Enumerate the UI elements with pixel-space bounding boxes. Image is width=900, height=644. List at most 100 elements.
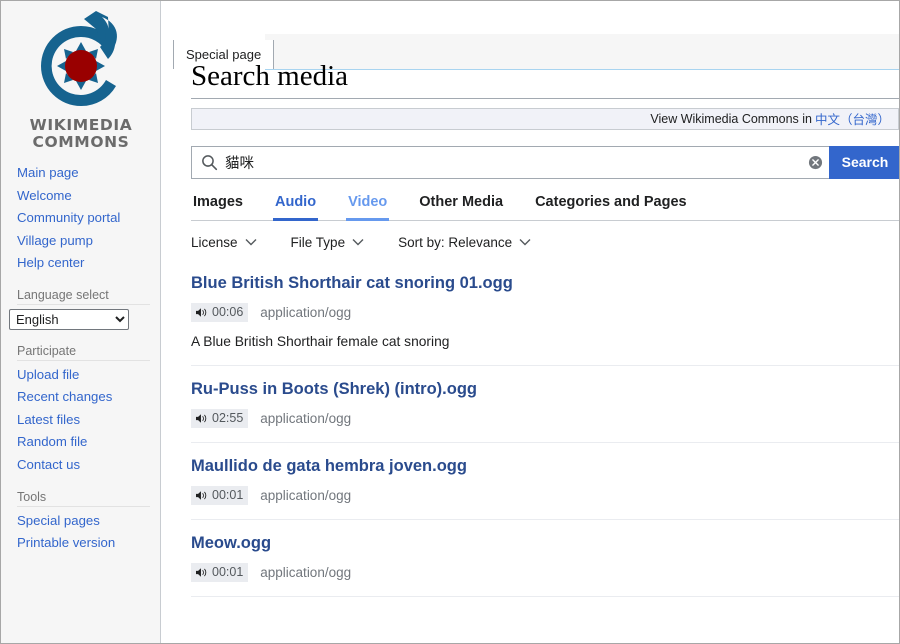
result-meta: 02:55 application/ogg <box>191 409 899 429</box>
list-item: Help center <box>1 252 160 275</box>
sidebar-item-printable-version[interactable]: Printable version <box>1 532 160 555</box>
tab-audio[interactable]: Audio <box>272 192 319 221</box>
sidebar-item-main-page[interactable]: Main page <box>1 162 160 185</box>
tab-images[interactable]: Images <box>191 192 245 221</box>
sidebar-item-contact-us[interactable]: Contact us <box>1 454 160 477</box>
search-box[interactable] <box>191 145 829 179</box>
list-item: Printable version <box>1 532 160 555</box>
sidebar-item-recent-changes[interactable]: Recent changes <box>1 386 160 409</box>
search-submit-button[interactable]: Search <box>829 145 899 179</box>
list-item: Village pump <box>1 229 160 252</box>
speaker-icon <box>195 307 208 318</box>
sidebar-item-random-file[interactable]: Random file <box>1 431 160 454</box>
filter-file-type-label: File Type <box>290 234 346 250</box>
sidebar-item-community-portal[interactable]: Community portal <box>1 207 160 230</box>
sidebar-item-special-pages[interactable]: Special pages <box>1 509 160 532</box>
media-type-tabs: Images Audio Video Other Media Categorie… <box>191 192 899 221</box>
result-item: Meow.ogg 00:01 application/ogg <box>191 520 899 597</box>
sidebar-item-latest-files[interactable]: Latest files <box>1 408 160 431</box>
speaker-icon <box>195 567 208 578</box>
list-item: Main page <box>1 162 160 185</box>
language-select[interactable]: English <box>9 309 129 331</box>
duration-text: 00:01 <box>212 487 244 502</box>
search-input[interactable] <box>225 148 801 177</box>
result-title-link[interactable]: Blue British Shorthair cat snoring 01.og… <box>191 274 513 294</box>
result-mime-type: application/ogg <box>260 304 352 320</box>
portal-heading-tools: Tools <box>17 490 150 508</box>
sidebar: WIKIMEDIA COMMONS Main page Welcome Comm… <box>1 1 161 643</box>
portal-heading-participate: Participate <box>17 344 150 362</box>
language-notice-text: View Wikimedia Commons in <box>650 111 812 126</box>
result-meta: 00:01 application/ogg <box>191 562 899 582</box>
result-mime-type: application/ogg <box>260 487 352 503</box>
speaker-icon <box>195 490 208 501</box>
list-item: Recent changes <box>1 386 160 409</box>
language-notice-bar: View Wikimedia Commons in 中文（台灣） <box>191 107 899 130</box>
page-tab-strip: Special page <box>161 1 899 70</box>
result-item: Ru-Puss in Boots (Shrek) (intro).ogg 02:… <box>191 366 899 444</box>
list-item: Community portal <box>1 207 160 230</box>
list-item: Random file <box>1 431 160 454</box>
sidebar-item-help-center[interactable]: Help center <box>1 252 160 275</box>
result-title-link[interactable]: Meow.ogg <box>191 534 271 554</box>
list-item: Contact us <box>1 454 160 477</box>
sidebar-item-village-pump[interactable]: Village pump <box>1 229 160 252</box>
result-mime-type: application/ogg <box>260 564 352 580</box>
filter-bar: License File Type Sort by: Relevance <box>191 235 899 250</box>
result-title-link[interactable]: Ru-Puss in Boots (Shrek) (intro).ogg <box>191 380 477 400</box>
browser-page: WIKIMEDIA COMMONS Main page Welcome Comm… <box>0 0 900 644</box>
duration-badge: 00:06 <box>191 302 249 322</box>
language-select-wrapper: English <box>1 307 160 331</box>
tab-video[interactable]: Video <box>346 192 390 221</box>
duration-badge: 00:01 <box>191 562 249 582</box>
sidebar-portal-navigation: Main page Welcome Community portal Villa… <box>1 162 160 275</box>
duration-text: 02:55 <box>212 411 244 426</box>
sidebar-nav-list-navigation: Main page Welcome Community portal Villa… <box>1 162 160 275</box>
result-description: A Blue British Shorthair female cat snor… <box>191 333 450 349</box>
list-item: Upload file <box>1 363 160 386</box>
sidebar-nav-list-participate: Upload file Recent changes Latest files … <box>1 363 160 476</box>
site-logo[interactable]: WIKIMEDIA COMMONS <box>1 1 160 152</box>
content-body: Search media View Wikimedia Commons in 中… <box>161 45 899 597</box>
list-item: Welcome <box>1 184 160 207</box>
sidebar-item-upload-file[interactable]: Upload file <box>1 363 160 386</box>
list-item: Latest files <box>1 408 160 431</box>
duration-text: 00:06 <box>212 304 244 319</box>
search-row: Search <box>191 145 899 179</box>
tab-other-media[interactable]: Other Media <box>417 192 505 221</box>
filter-sort-by-label: Sort by: Relevance <box>398 234 513 250</box>
speaker-icon <box>195 413 208 424</box>
sidebar-portal-language: Language select English <box>1 288 160 331</box>
result-meta: 00:06 application/ogg <box>191 302 899 322</box>
wordmark-line-2: COMMONS <box>32 133 130 152</box>
page-title: Search media <box>191 45 899 99</box>
search-icon <box>201 154 218 171</box>
language-notice-link[interactable]: 中文（台灣） <box>815 109 890 128</box>
clear-search-icon[interactable] <box>801 147 829 178</box>
sidebar-portal-participate: Participate Upload file Recent changes L… <box>1 344 160 476</box>
filter-sort-by[interactable]: Sort by: Relevance <box>398 235 531 250</box>
site-wordmark: WIKIMEDIA COMMONS <box>1 116 160 152</box>
duration-badge: 02:55 <box>191 409 249 429</box>
duration-text: 00:01 <box>212 564 244 579</box>
result-item: Maullido de gata hembra joven.ogg 00:01 <box>191 443 899 520</box>
content-area: Special page Search media View Wikimedia… <box>161 1 899 643</box>
result-item: Blue British Shorthair cat snoring 01.og… <box>191 264 899 367</box>
filter-license-label: License <box>191 234 238 250</box>
result-mime-type: application/ogg <box>260 411 352 427</box>
chevron-down-icon <box>519 238 531 246</box>
search-results-list: Blue British Shorthair cat snoring 01.og… <box>191 264 899 597</box>
chevron-down-icon <box>245 238 257 246</box>
filter-file-type[interactable]: File Type <box>291 235 365 250</box>
result-meta: 00:01 application/ogg <box>191 485 899 505</box>
list-item: Special pages <box>1 509 160 532</box>
sidebar-portal-tools: Tools Special pages Printable version <box>1 490 160 554</box>
language-select-heading: Language select <box>17 288 150 306</box>
wordmark-line-1: WIKIMEDIA <box>29 116 133 134</box>
chevron-down-icon <box>352 238 364 246</box>
filter-license[interactable]: License <box>191 235 257 250</box>
tab-categories-and-pages[interactable]: Categories and Pages <box>533 192 689 221</box>
sidebar-nav-list-tools: Special pages Printable version <box>1 509 160 554</box>
sidebar-item-welcome[interactable]: Welcome <box>1 184 160 207</box>
result-title-link[interactable]: Maullido de gata hembra joven.ogg <box>191 457 467 477</box>
